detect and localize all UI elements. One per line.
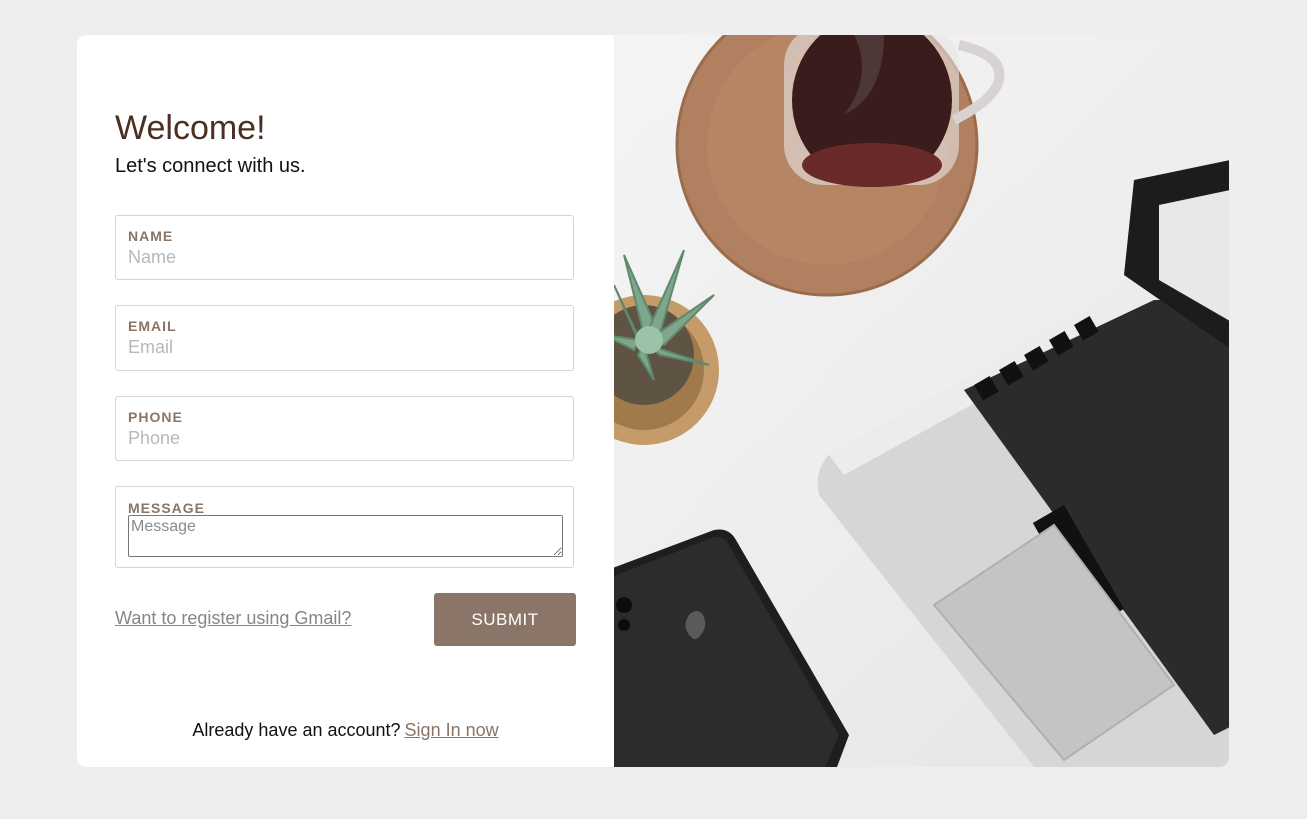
gmail-register-link[interactable]: Want to register using Gmail? [115,608,351,629]
signup-card: Welcome! Let's connect with us. NAME EMA… [77,35,1229,767]
phone-field[interactable]: PHONE [115,396,574,461]
email-field[interactable]: EMAIL [115,305,574,371]
desk-photo [614,35,1229,767]
email-input[interactable] [128,337,548,358]
message-textarea[interactable] [128,515,563,557]
submit-button[interactable]: SUBMIT [434,593,576,646]
page-subtitle: Let's connect with us. [115,155,306,177]
signin-row: Already have an account? Sign In now [77,720,614,741]
signin-link[interactable]: Sign In now [405,720,499,740]
email-label: EMAIL [128,318,177,334]
desk-photo-icon [614,35,1229,767]
signin-prompt: Already have an account? [192,720,401,740]
message-field[interactable]: MESSAGE [115,486,574,568]
phone-label: PHONE [128,409,183,425]
form-panel: Welcome! Let's connect with us. NAME EMA… [77,35,614,767]
name-label: NAME [128,228,174,244]
phone [614,529,849,767]
message-label: MESSAGE [128,500,206,516]
name-field[interactable]: NAME [115,215,574,280]
name-input[interactable] [128,247,548,268]
page-title: Welcome! [115,109,266,147]
phone-input[interactable] [128,428,548,449]
